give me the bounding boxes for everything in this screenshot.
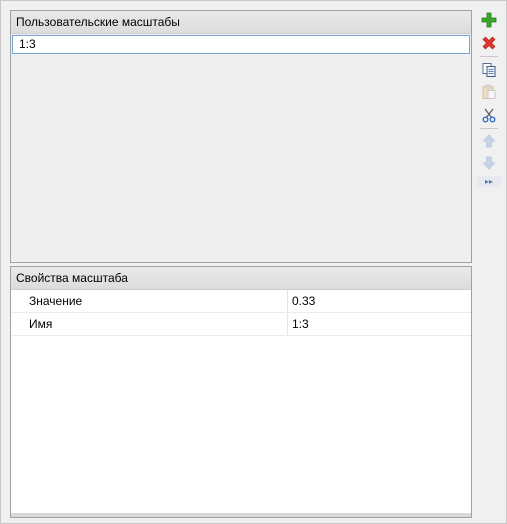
property-row-name[interactable]: Имя 1:3 [11, 313, 471, 336]
cut-button[interactable] [479, 105, 499, 125]
custom-scales-panel: Пользовательские масштабы 1:3 [10, 10, 472, 263]
move-down-button[interactable] [479, 153, 499, 173]
custom-scales-header: Пользовательские масштабы [11, 11, 471, 34]
move-up-button[interactable] [479, 131, 499, 151]
property-row-value[interactable]: Значение 0.33 [11, 290, 471, 313]
toolbar-separator [480, 128, 498, 129]
overflow-chevron-icon: ▸▸ [484, 177, 494, 186]
property-divider [287, 313, 288, 335]
scale-editor-window: Пользовательские масштабы 1:3 Свойства м… [0, 0, 507, 524]
paste-button[interactable] [479, 82, 499, 102]
property-name: Значение [29, 294, 83, 308]
scale-list-item[interactable]: 1:3 [12, 35, 470, 54]
move-up-icon [482, 134, 496, 148]
toolbar-overflow-button[interactable]: ▸▸ [477, 176, 501, 187]
scale-properties-panel: Свойства масштаба Значение 0.33 Имя 1:3 [10, 266, 472, 518]
copy-button[interactable] [479, 60, 499, 80]
cut-icon [482, 108, 496, 123]
move-down-icon [482, 156, 496, 170]
property-value[interactable]: 0.33 [292, 290, 315, 312]
scale-properties-header: Свойства масштаба [11, 267, 471, 290]
delete-icon [482, 36, 496, 50]
property-value[interactable]: 1:3 [292, 313, 309, 335]
add-icon [481, 12, 497, 28]
panel-bottom-border [11, 513, 471, 517]
toolbar-separator [480, 56, 498, 57]
property-divider [287, 290, 288, 312]
add-scale-button[interactable] [479, 10, 499, 30]
property-name: Имя [29, 317, 53, 331]
paste-icon [482, 84, 496, 99]
delete-scale-button[interactable] [479, 33, 499, 53]
copy-icon [482, 63, 496, 77]
scale-toolbar: ▸▸ [477, 10, 501, 190]
